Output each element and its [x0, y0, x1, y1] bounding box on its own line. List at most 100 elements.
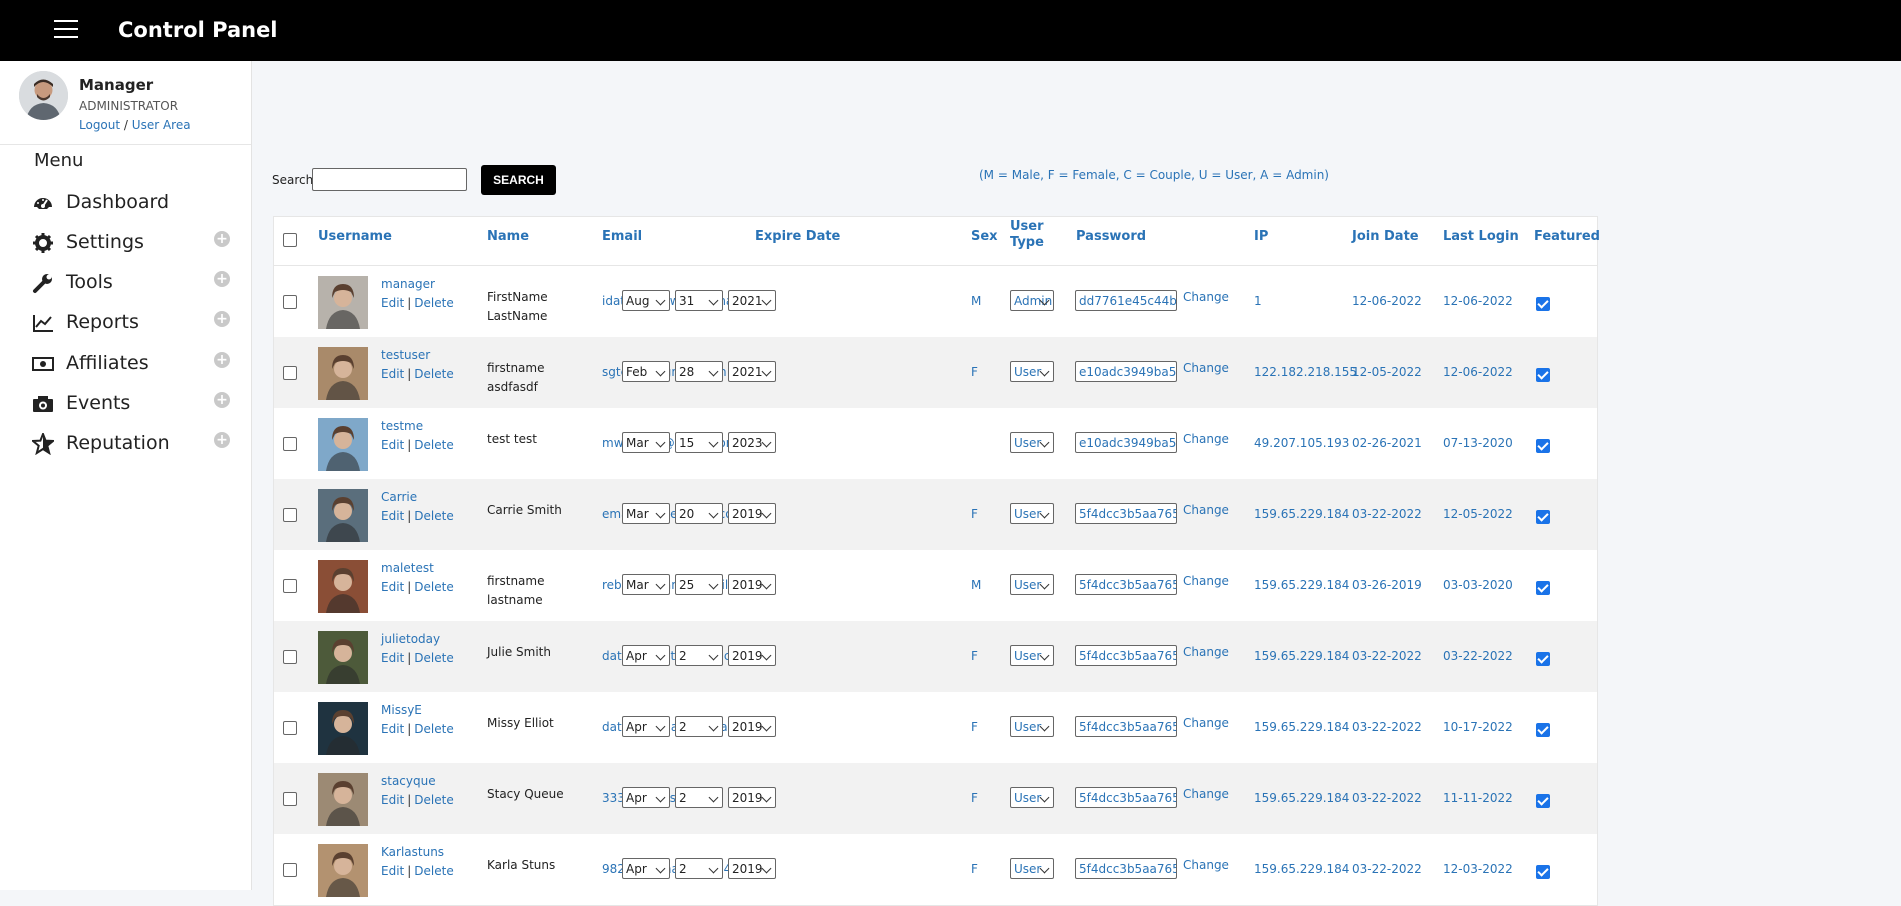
featured-checkbox[interactable]	[1536, 510, 1550, 524]
header-expire-date[interactable]: Expire Date	[755, 229, 840, 244]
row-select-checkbox[interactable]	[283, 579, 297, 593]
row-select-checkbox[interactable]	[283, 508, 297, 522]
expire-day-select[interactable]: 2	[675, 716, 723, 737]
search-button[interactable]: SEARCH	[481, 165, 556, 195]
featured-checkbox[interactable]	[1536, 368, 1550, 382]
expire-year-select[interactable]: 2021	[728, 290, 776, 311]
hamburger-menu-icon[interactable]	[54, 20, 78, 38]
row-select-checkbox[interactable]	[283, 437, 297, 451]
header-name[interactable]: Name	[487, 229, 529, 244]
featured-checkbox[interactable]	[1536, 652, 1550, 666]
header-password[interactable]: Password	[1076, 229, 1146, 244]
expire-month-select[interactable]: Apr	[622, 716, 670, 737]
header-featured[interactable]: Featured	[1534, 229, 1600, 244]
header-last-login[interactable]: Last Login	[1443, 229, 1519, 244]
row-select-checkbox[interactable]	[283, 295, 297, 309]
change-password-link[interactable]: Change	[1183, 787, 1229, 801]
header-sex[interactable]: Sex	[971, 229, 998, 244]
expire-month-select[interactable]: Apr	[622, 858, 670, 879]
sidebar-item-tools[interactable]: Tools +	[32, 268, 237, 298]
user-type-select[interactable]: User	[1010, 503, 1054, 524]
expire-year-select[interactable]: 2019	[728, 787, 776, 808]
logout-link[interactable]: Logout	[79, 118, 120, 132]
delete-link[interactable]: Delete	[414, 864, 453, 878]
expand-plus-icon[interactable]: +	[214, 432, 230, 448]
edit-link[interactable]: Edit	[381, 438, 404, 452]
sidebar-item-reports[interactable]: Reports +	[32, 308, 237, 338]
expire-month-select[interactable]: Mar	[622, 574, 670, 595]
username-link[interactable]: MissyE	[381, 703, 422, 717]
expand-plus-icon[interactable]: +	[214, 271, 230, 287]
password-field[interactable]: 5f4dcc3b5aa765d6	[1075, 645, 1177, 666]
user-type-select[interactable]: User	[1010, 858, 1054, 879]
search-input[interactable]	[312, 168, 467, 191]
edit-link[interactable]: Edit	[381, 580, 404, 594]
user-type-select[interactable]: User	[1010, 645, 1054, 666]
expand-plus-icon[interactable]: +	[214, 311, 230, 327]
sidebar-item-events[interactable]: Events +	[32, 389, 237, 419]
username-link[interactable]: testuser	[381, 348, 430, 362]
password-field[interactable]: dd7761e45c44b15	[1075, 290, 1177, 311]
username-link[interactable]: Karlastuns	[381, 845, 444, 859]
password-field[interactable]: 5f4dcc3b5aa765d6	[1075, 787, 1177, 808]
delete-link[interactable]: Delete	[414, 367, 453, 381]
password-field[interactable]: e10adc3949ba59a	[1075, 432, 1177, 453]
featured-checkbox[interactable]	[1536, 297, 1550, 311]
delete-link[interactable]: Delete	[414, 793, 453, 807]
delete-link[interactable]: Delete	[414, 438, 453, 452]
select-all-checkbox[interactable]	[283, 233, 297, 247]
expand-plus-icon[interactable]: +	[214, 352, 230, 368]
expire-day-select[interactable]: 2	[675, 645, 723, 666]
expire-day-select[interactable]: 25	[675, 574, 723, 595]
header-ip[interactable]: IP	[1254, 229, 1268, 244]
change-password-link[interactable]: Change	[1183, 503, 1229, 517]
username-link[interactable]: maletest	[381, 561, 434, 575]
change-password-link[interactable]: Change	[1183, 716, 1229, 730]
user-type-select[interactable]: User	[1010, 716, 1054, 737]
username-link[interactable]: Carrie	[381, 490, 417, 504]
edit-link[interactable]: Edit	[381, 296, 404, 310]
username-link[interactable]: manager	[381, 277, 435, 291]
expire-year-select[interactable]: 2019	[728, 716, 776, 737]
edit-link[interactable]: Edit	[381, 793, 404, 807]
expire-year-select[interactable]: 2021	[728, 361, 776, 382]
change-password-link[interactable]: Change	[1183, 432, 1229, 446]
change-password-link[interactable]: Change	[1183, 574, 1229, 588]
password-field[interactable]: e10adc3949ba59a	[1075, 361, 1177, 382]
expire-month-select[interactable]: Mar	[622, 432, 670, 453]
user-type-select[interactable]: Admin	[1010, 290, 1054, 311]
change-password-link[interactable]: Change	[1183, 361, 1229, 375]
header-email[interactable]: Email	[602, 229, 642, 244]
expire-month-select[interactable]: Aug	[622, 290, 670, 311]
header-user-type[interactable]: User Type	[1010, 219, 1054, 251]
row-select-checkbox[interactable]	[283, 721, 297, 735]
expire-year-select[interactable]: 2023	[728, 432, 776, 453]
expire-month-select[interactable]: Mar	[622, 503, 670, 524]
edit-link[interactable]: Edit	[381, 722, 404, 736]
featured-checkbox[interactable]	[1536, 581, 1550, 595]
user-area-link[interactable]: User Area	[132, 118, 191, 132]
expire-day-select[interactable]: 28	[675, 361, 723, 382]
username-link[interactable]: stacyque	[381, 774, 436, 788]
edit-link[interactable]: Edit	[381, 864, 404, 878]
expire-day-select[interactable]: 2	[675, 858, 723, 879]
edit-link[interactable]: Edit	[381, 651, 404, 665]
user-type-select[interactable]: User	[1010, 787, 1054, 808]
delete-link[interactable]: Delete	[414, 651, 453, 665]
username-link[interactable]: julietoday	[381, 632, 440, 646]
featured-checkbox[interactable]	[1536, 865, 1550, 879]
expire-month-select[interactable]: Apr	[622, 645, 670, 666]
row-select-checkbox[interactable]	[283, 792, 297, 806]
header-username[interactable]: Username	[318, 229, 392, 244]
row-select-checkbox[interactable]	[283, 863, 297, 877]
change-password-link[interactable]: Change	[1183, 858, 1229, 872]
change-password-link[interactable]: Change	[1183, 645, 1229, 659]
username-link[interactable]: testme	[381, 419, 423, 433]
user-type-select[interactable]: User	[1010, 432, 1054, 453]
featured-checkbox[interactable]	[1536, 794, 1550, 808]
expire-day-select[interactable]: 2	[675, 787, 723, 808]
expire-day-select[interactable]: 20	[675, 503, 723, 524]
featured-checkbox[interactable]	[1536, 723, 1550, 737]
password-field[interactable]: 5f4dcc3b5aa765d6	[1075, 716, 1177, 737]
expire-day-select[interactable]: 15	[675, 432, 723, 453]
